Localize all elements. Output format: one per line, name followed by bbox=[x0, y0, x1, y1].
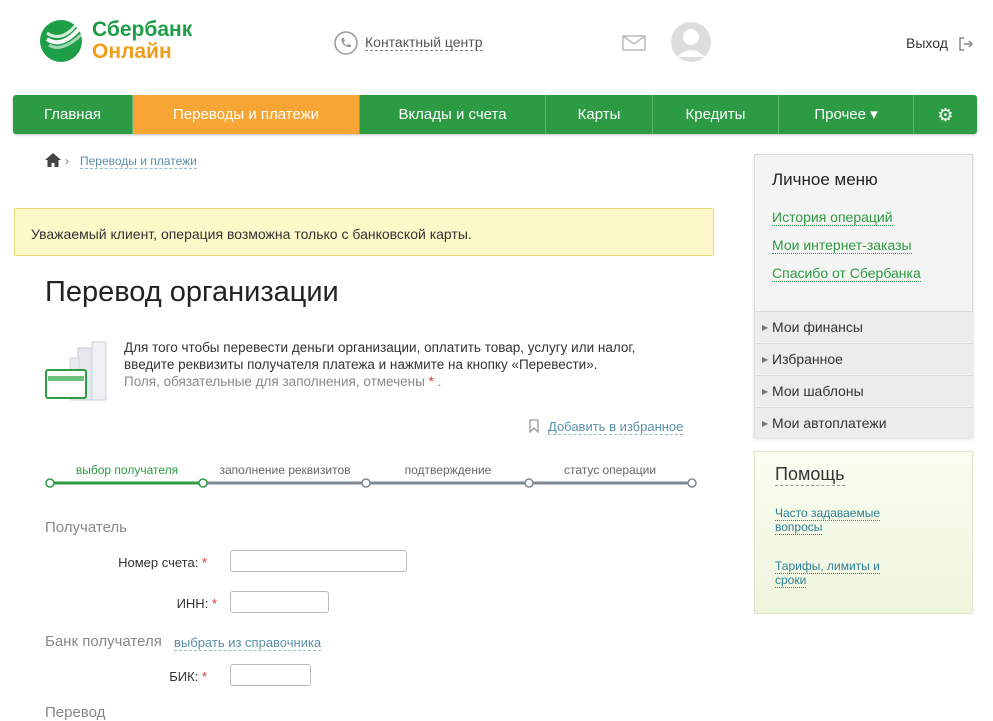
bik-label: БИК: * bbox=[169, 669, 207, 684]
breadcrumb-transfers-link[interactable]: Переводы и платежи bbox=[80, 154, 197, 169]
triangle-right-icon: ▶ bbox=[762, 355, 769, 364]
triangle-right-icon: ▶ bbox=[762, 323, 769, 332]
gear-icon: ⚙ bbox=[937, 105, 954, 125]
triangle-right-icon: ▶ bbox=[762, 419, 769, 428]
brand-name: Сбербанк bbox=[92, 18, 193, 41]
contact-center-link[interactable]: Контактный центр bbox=[365, 34, 483, 51]
nav-item-transfers[interactable]: Переводы и платежи bbox=[133, 95, 360, 134]
nav-item-credits[interactable]: Кредиты bbox=[653, 95, 779, 134]
mail-icon[interactable] bbox=[622, 35, 646, 56]
personal-menu-title: Личное меню bbox=[772, 170, 878, 189]
step-status: статус операции bbox=[563, 463, 657, 477]
tariffs-link[interactable]: Тарифы, лимиты и сроки bbox=[775, 559, 925, 588]
internet-orders-link[interactable]: Мои интернет-заказы bbox=[772, 237, 912, 254]
bookmark-icon[interactable] bbox=[529, 419, 539, 438]
section-recipient: Получатель bbox=[45, 519, 127, 536]
menu-row-finances[interactable]: ▶ Мои финансы bbox=[755, 311, 973, 342]
logout-icon[interactable] bbox=[958, 36, 974, 57]
logout-link[interactable]: Выход bbox=[906, 35, 948, 51]
inn-input[interactable] bbox=[230, 591, 329, 613]
notice-text: Уважаемый клиент, операция возможна толь… bbox=[31, 226, 472, 242]
nav-item-home[interactable]: Главная bbox=[13, 95, 133, 134]
instructions-text: Для того чтобы перевести деньги организа… bbox=[124, 340, 636, 389]
organization-card-icon bbox=[45, 338, 110, 407]
chevron-right-icon: › bbox=[65, 154, 69, 168]
nav-item-deposits[interactable]: Вклады и счета bbox=[360, 95, 546, 134]
sberbank-logo-icon[interactable] bbox=[39, 19, 83, 63]
add-to-favorites-link[interactable]: Добавить в избранное bbox=[548, 419, 684, 435]
phone-icon[interactable] bbox=[334, 31, 358, 60]
faq-link[interactable]: Часто задаваемые вопросы bbox=[775, 506, 925, 535]
card-only-notice: Уважаемый клиент, операция возможна толь… bbox=[14, 208, 714, 256]
breadcrumb: Переводы и платежи bbox=[80, 154, 197, 169]
bik-input[interactable] bbox=[230, 664, 311, 686]
triangle-right-icon: ▶ bbox=[762, 387, 769, 396]
page-title: Перевод организации bbox=[45, 276, 339, 308]
menu-row-templates[interactable]: ▶ Мои шаблоны bbox=[755, 375, 973, 406]
settings-button[interactable]: ⚙ bbox=[914, 95, 977, 134]
history-link[interactable]: История операций bbox=[772, 209, 893, 226]
inn-label: ИНН: * bbox=[176, 596, 217, 611]
main-nav: Главная Переводы и платежи Вклады и счет… bbox=[13, 95, 977, 134]
help-title[interactable]: Помощь bbox=[775, 464, 845, 486]
nav-item-cards[interactable]: Карты bbox=[546, 95, 653, 134]
step-choose-recipient: выбор получателя bbox=[75, 463, 179, 477]
nav-item-other[interactable]: Прочее ▾ bbox=[779, 95, 914, 134]
home-icon[interactable] bbox=[45, 153, 61, 172]
choose-from-directory-link[interactable]: выбрать из справочника bbox=[174, 635, 322, 651]
account-number-input[interactable] bbox=[230, 550, 407, 572]
step-fill-details: заполнение реквизитов bbox=[219, 463, 351, 477]
menu-row-favorites[interactable]: ▶ Избранное bbox=[755, 343, 973, 374]
avatar-icon[interactable] bbox=[670, 21, 712, 68]
step-confirmation: подтверждение bbox=[404, 463, 492, 477]
thank-you-link[interactable]: Спасибо от Сбербанка bbox=[772, 265, 921, 282]
brand-subtitle: Онлайн bbox=[92, 40, 172, 63]
steps-progress-bar bbox=[44, 476, 700, 497]
section-recipient-bank: Банк получателя bbox=[45, 633, 162, 650]
account-number-label: Номер счета: * bbox=[118, 555, 207, 570]
menu-row-autopayments[interactable]: ▶ Мои автоплатежи bbox=[755, 407, 973, 438]
